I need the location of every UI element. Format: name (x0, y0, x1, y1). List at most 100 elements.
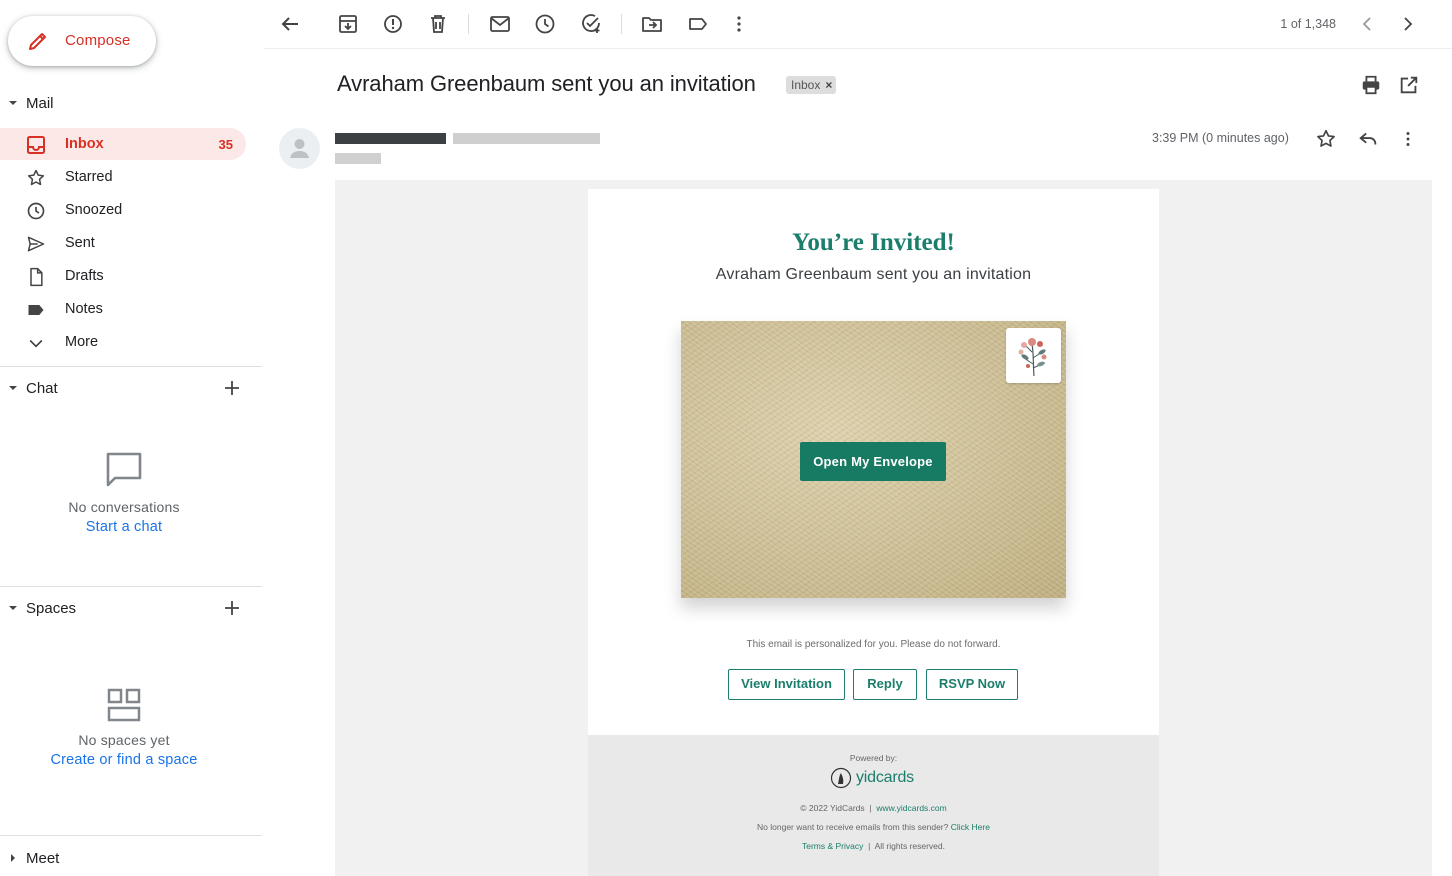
caret-right-icon (8, 853, 18, 863)
separator: | (868, 841, 871, 851)
sidebar-item-snoozed[interactable]: Snoozed (0, 194, 246, 226)
sidebar-item-label: Notes (65, 301, 103, 317)
compose-button[interactable]: Compose (8, 16, 156, 66)
mail-header: Mail (26, 95, 54, 112)
delete-icon[interactable] (426, 12, 450, 36)
star-icon[interactable] (1315, 128, 1337, 150)
create-space-link[interactable]: Create or find a space (0, 752, 248, 768)
chat-section-header[interactable]: Chat (0, 376, 264, 400)
chat-empty-message: No conversations (68, 499, 180, 515)
yidcards-logo-icon (830, 767, 852, 789)
mark-unread-icon[interactable] (488, 12, 512, 36)
unsubscribe-link[interactable]: Click Here (951, 822, 990, 832)
personalized-note: This email is personalized for you. Plea… (746, 639, 1001, 650)
person-icon (290, 139, 309, 158)
label-outline-icon[interactable] (686, 12, 710, 36)
caret-down-icon (8, 98, 18, 108)
sidebar: Compose Mail Inbox 35 Starred Snoozed Se… (0, 0, 264, 876)
print-icon[interactable] (1360, 74, 1382, 96)
inbox-icon (26, 135, 46, 155)
yidcards-logo[interactable]: yidcards (830, 766, 914, 790)
report-spam-icon[interactable] (381, 12, 405, 36)
sidebar-item-drafts[interactable]: Drafts (0, 260, 246, 292)
sidebar-item-label: Starred (65, 169, 113, 185)
sidebar-item-label: Sent (65, 235, 95, 251)
spaces-grid-icon (107, 688, 141, 722)
move-to-folder-icon[interactable] (640, 12, 664, 36)
spaces-header: Spaces (26, 600, 77, 617)
powered-by-label: Powered by: (849, 753, 898, 763)
open-envelope-button[interactable]: Open My Envelope (800, 442, 946, 481)
sidebar-item-more[interactable]: More (0, 326, 246, 358)
rights-text: All rights reserved. (874, 841, 945, 851)
more-vertical-icon[interactable] (1397, 128, 1419, 150)
inbox-label-chip: Inbox × (786, 76, 837, 94)
message-toolbar: 1 of 1,348 (264, 0, 1452, 49)
archive-icon[interactable] (336, 12, 360, 36)
new-chat-plus-icon[interactable] (222, 378, 242, 398)
separator: | (869, 803, 872, 813)
rsvp-now-button[interactable]: RSVP Now (926, 669, 1018, 700)
new-space-plus-icon[interactable] (222, 598, 242, 618)
unsubscribe-text: No longer want to receive emails from th… (757, 822, 949, 832)
caret-down-icon (8, 383, 18, 393)
sidebar-item-label: More (65, 334, 99, 350)
start-chat-link[interactable]: Start a chat (0, 519, 248, 535)
view-invitation-button[interactable]: View Invitation (728, 669, 845, 700)
older-chevron-right-icon[interactable] (1396, 12, 1420, 36)
divider (0, 835, 262, 836)
terms-privacy-link[interactable]: Terms & Privacy (802, 841, 863, 851)
mail-section-header[interactable]: Mail (0, 91, 264, 115)
invitation-heading: You’re Invited! (792, 229, 955, 256)
snooze-clock-icon[interactable] (533, 12, 557, 36)
meet-section-header[interactable]: Meet (0, 846, 264, 870)
chat-empty-state: No conversations Start a chat (0, 451, 248, 535)
send-icon (26, 234, 46, 254)
sender-avatar (279, 128, 320, 169)
toolbar-separator (468, 14, 469, 34)
chevron-down-icon (26, 333, 46, 353)
redacted-recipient (335, 153, 381, 164)
divider (0, 366, 262, 367)
remove-label-button[interactable]: × (825, 78, 832, 94)
toolbar-separator (621, 14, 622, 34)
chat-bubble-icon (105, 451, 143, 489)
spaces-empty-state: No spaces yet Create or find a space (0, 688, 248, 768)
newer-chevron-left-icon[interactable] (1355, 12, 1379, 36)
footer-copyright-line: © 2022 YidCards | www.yidcards.com (588, 803, 1159, 813)
label-chip-text: Inbox (791, 78, 821, 92)
back-arrow-icon[interactable] (278, 12, 302, 36)
footer-terms-line: Terms & Privacy | All rights reserved. (588, 841, 1159, 851)
unread-count: 35 (218, 137, 233, 152)
sidebar-item-sent[interactable]: Sent (0, 227, 246, 259)
sidebar-item-label: Drafts (65, 268, 104, 284)
copyright-text: © 2022 YidCards (800, 803, 865, 813)
invitation-subheading: Avraham Greenbaum sent you an invitation (715, 266, 1032, 283)
sidebar-item-starred[interactable]: Starred (0, 161, 246, 193)
redacted-sender-email (453, 133, 600, 144)
draft-icon (26, 267, 46, 287)
footer-unsubscribe-line: No longer want to receive emails from th… (588, 822, 1159, 832)
sidebar-item-inbox[interactable]: Inbox 35 (0, 128, 246, 160)
caret-down-icon (8, 603, 18, 613)
reply-arrow-icon[interactable] (1357, 128, 1379, 150)
star-icon (26, 168, 46, 188)
add-to-tasks-icon[interactable] (579, 12, 603, 36)
clock-icon (26, 201, 46, 221)
website-link[interactable]: www.yidcards.com (876, 803, 946, 813)
spaces-section-header[interactable]: Spaces (0, 596, 264, 620)
open-new-window-icon[interactable] (1398, 74, 1420, 96)
redacted-sender-name (335, 133, 446, 144)
floral-stamp-icon (1006, 328, 1061, 383)
sidebar-item-notes[interactable]: Notes (0, 293, 246, 325)
more-vertical-icon[interactable] (727, 12, 751, 36)
spaces-empty-message: No spaces yet (78, 732, 170, 748)
reply-button[interactable]: Reply (853, 669, 917, 700)
label-icon (26, 300, 46, 320)
sidebar-item-label: Inbox (65, 136, 104, 152)
meet-header: Meet (26, 850, 60, 867)
pagination-count: 1 of 1,348 (1280, 17, 1336, 31)
compose-label: Compose (65, 32, 131, 49)
sidebar-item-label: Snoozed (65, 202, 123, 218)
brand-name: yidcards (856, 769, 914, 786)
